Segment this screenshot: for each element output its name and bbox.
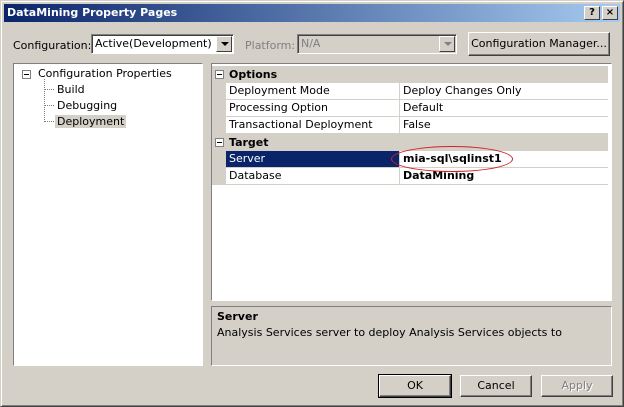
collapse-icon[interactable] [215, 138, 224, 147]
property-name: Processing Option [226, 100, 400, 117]
configuration-manager-label: Configuration Manager... [471, 37, 607, 50]
category-label: Options [229, 68, 278, 81]
category-tree[interactable]: Configuration Properties Build Debugging… [13, 63, 203, 366]
close-button[interactable]: × [602, 6, 618, 20]
property-name: Transactional Deployment [226, 117, 400, 134]
collapse-icon[interactable] [22, 70, 31, 79]
configuration-manager-button[interactable]: Configuration Manager... [468, 32, 610, 56]
tree-item-configuration-properties[interactable]: Configuration Properties [38, 67, 172, 80]
apply-button: Apply [541, 375, 613, 397]
property-row-transactional-deployment[interactable]: Transactional Deployment False [212, 117, 608, 134]
tree-connector [44, 105, 54, 106]
property-grid[interactable]: Options Deployment Mode Deploy Changes O… [211, 63, 612, 301]
title-bar[interactable]: DataMining Property Pages ? × [4, 4, 620, 22]
configuration-combo[interactable]: Active(Development) [91, 34, 234, 54]
collapse-icon[interactable] [215, 70, 224, 79]
configuration-value: Active(Development) [95, 37, 212, 50]
apply-label: Apply [561, 379, 593, 392]
cancel-button[interactable]: Cancel [460, 375, 532, 397]
tree-connector [44, 79, 45, 120]
property-value[interactable]: Deploy Changes Only [400, 83, 608, 100]
tree-item-label: Deployment [55, 115, 127, 128]
tree-item-label: Configuration Properties [38, 67, 172, 80]
property-name: Database [226, 168, 400, 185]
tree-item-label: Debugging [57, 99, 118, 112]
property-row-database[interactable]: Database DataMining [212, 168, 608, 185]
chevron-down-icon [439, 36, 455, 52]
cancel-label: Cancel [477, 379, 515, 392]
tree-item-build[interactable]: Build [57, 83, 85, 96]
tree-item-debugging[interactable]: Debugging [57, 99, 117, 112]
platform-value: N/A [301, 37, 321, 50]
tree-item-label: Build [57, 83, 85, 96]
ok-button[interactable]: OK [378, 374, 452, 398]
property-value[interactable]: False [400, 117, 608, 134]
chevron-down-icon[interactable] [216, 36, 232, 52]
platform-combo: N/A [297, 34, 457, 54]
property-value[interactable]: Default [400, 100, 608, 117]
property-name: Deployment Mode [226, 83, 400, 100]
platform-label: Platform: [245, 39, 296, 52]
description-title: Server [217, 310, 258, 323]
window-title: DataMining Property Pages [7, 6, 178, 19]
help-icon: ? [589, 7, 595, 18]
highlight-ellipse [391, 146, 513, 172]
tree-connector [44, 121, 54, 122]
close-icon: × [605, 7, 615, 18]
property-row-processing-option[interactable]: Processing Option Default [212, 100, 608, 117]
category-label: Target [229, 136, 269, 149]
description-text: Analysis Services server to deploy Analy… [217, 326, 562, 339]
property-row-deployment-mode[interactable]: Deployment Mode Deploy Changes Only [212, 83, 608, 100]
category-options[interactable]: Options [212, 66, 608, 83]
property-pages-dialog: DataMining Property Pages ? × Configurat… [0, 0, 624, 407]
property-name: Server [226, 151, 400, 168]
description-pane: Server Analysis Services server to deplo… [211, 306, 612, 366]
tree-item-deployment[interactable]: Deployment [55, 115, 127, 128]
tree-connector [44, 89, 54, 90]
configuration-label: Configuration: [13, 39, 92, 52]
ok-label: OK [407, 379, 423, 392]
help-button[interactable]: ? [584, 6, 600, 20]
